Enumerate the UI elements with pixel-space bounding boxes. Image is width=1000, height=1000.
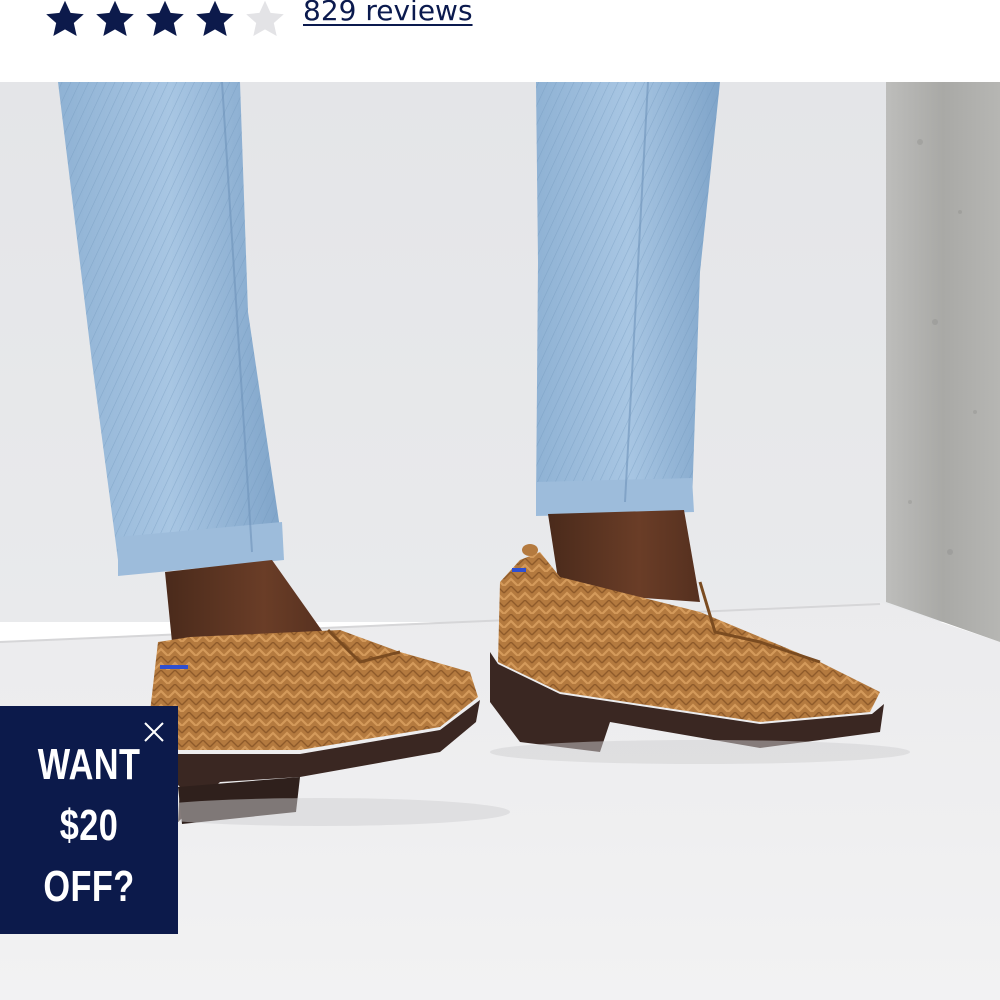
star-icon [46, 0, 84, 37]
promo-text: WANT $20 OFF? [20, 734, 159, 917]
close-icon[interactable] [140, 718, 168, 746]
reviews-link[interactable]: 829 reviews [303, 0, 473, 27]
star-rating[interactable] [42, 0, 288, 42]
star-icon [96, 0, 134, 37]
product-rating-bar: 829 reviews [0, 0, 1000, 82]
promo-line: $20 [59, 801, 119, 850]
star-icon [146, 0, 184, 37]
star-icon-empty [246, 0, 284, 37]
star-icon [196, 0, 234, 37]
promo-line: OFF? [43, 862, 135, 911]
promo-line: WANT [37, 740, 141, 789]
